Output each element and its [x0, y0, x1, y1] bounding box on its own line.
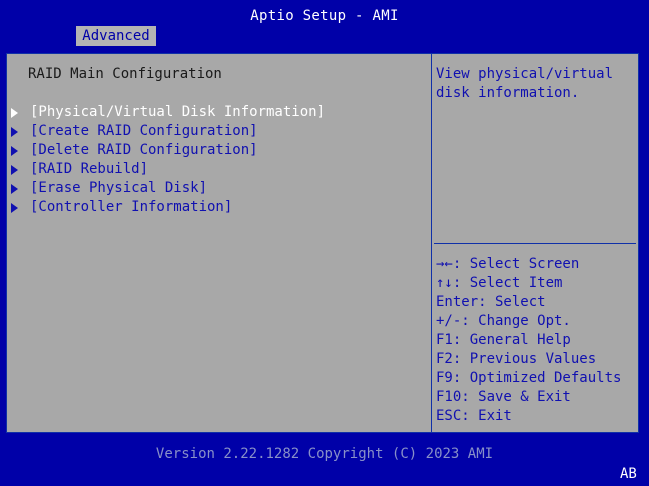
key-hint-f2: F2: Previous Values — [436, 351, 597, 367]
key-hint-f10: F10: Save & Exit — [436, 389, 571, 405]
tab-advanced[interactable]: Advanced — [76, 26, 156, 46]
key-hint-select-screen: →←: Select Screen — [436, 256, 580, 272]
key-hint-esc: ESC: Exit — [436, 408, 512, 424]
menu-item-label: [Create RAID Configuration] — [30, 123, 258, 139]
submenu-arrow-icon — [11, 184, 18, 194]
menu-item-label: [Physical/Virtual Disk Information] — [30, 104, 326, 120]
help-divider — [434, 243, 636, 244]
key-legend: →←: Select Screen ↑↓: Select Item Enter:… — [436, 255, 621, 426]
menu-item-create-raid[interactable]: [Create RAID Configuration] — [10, 122, 325, 141]
raid-menu: [Physical/Virtual Disk Information] [Cre… — [10, 103, 325, 217]
menu-item-delete-raid[interactable]: [Delete RAID Configuration] — [10, 141, 325, 160]
version-footer: Version 2.22.1282 Copyright (C) 2023 AMI — [155, 446, 494, 462]
panel-divider — [431, 53, 432, 433]
key-hint-f9: F9: Optimized Defaults — [436, 370, 622, 386]
submenu-arrow-icon — [11, 165, 18, 175]
key-hint-f1: F1: General Help — [436, 332, 571, 348]
bios-setup-screen: Aptio Setup - AMI Advanced RAID Main Con… — [0, 0, 649, 486]
page-title: RAID Main Configuration — [28, 66, 222, 82]
submenu-arrow-icon — [11, 108, 18, 118]
menu-item-label: [Erase Physical Disk] — [30, 180, 208, 196]
key-hint-select-item: ↑↓: Select Item — [436, 275, 563, 291]
submenu-arrow-icon — [11, 146, 18, 156]
menu-item-label: [Delete RAID Configuration] — [30, 142, 258, 158]
menu-item-erase-physical-disk[interactable]: [Erase Physical Disk] — [10, 179, 325, 198]
corner-label: AB — [620, 466, 637, 482]
submenu-arrow-icon — [11, 203, 18, 213]
menu-item-label: [RAID Rebuild] — [30, 161, 149, 177]
window-title: Aptio Setup - AMI — [250, 8, 399, 24]
menu-item-label: [Controller Information] — [30, 199, 233, 215]
menu-item-physical-virtual-disk-info[interactable]: [Physical/Virtual Disk Information] — [10, 103, 325, 122]
key-hint-enter: Enter: Select — [436, 294, 546, 310]
menu-item-controller-info[interactable]: [Controller Information] — [10, 198, 325, 217]
help-description: View physical/virtual disk information. — [436, 66, 614, 101]
submenu-arrow-icon — [11, 127, 18, 137]
key-hint-change-opt: +/-: Change Opt. — [436, 313, 571, 329]
menu-item-raid-rebuild[interactable]: [RAID Rebuild] — [10, 160, 325, 179]
